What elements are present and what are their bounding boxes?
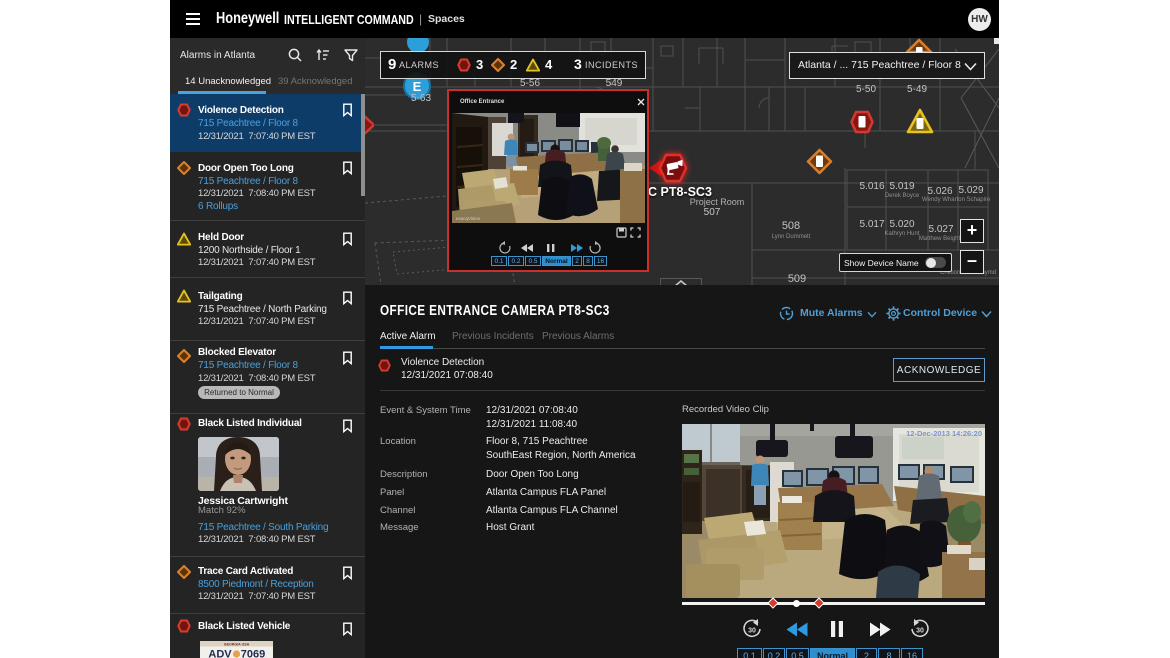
svg-text:7069: 7069 [241, 649, 265, 658]
svg-text:E: E [413, 79, 422, 94]
svg-text:ADV: ADV [208, 649, 232, 658]
svg-text:GEORGIA USA: GEORGIA USA [224, 642, 250, 646]
svg-text:12-Dec-2013 14:26:20: 12-Dec-2013 14:26:20 [906, 429, 982, 438]
svg-text:exacqVision: exacqVision [456, 216, 481, 221]
svg-text:30: 30 [748, 628, 756, 635]
svg-text:30: 30 [916, 628, 924, 635]
